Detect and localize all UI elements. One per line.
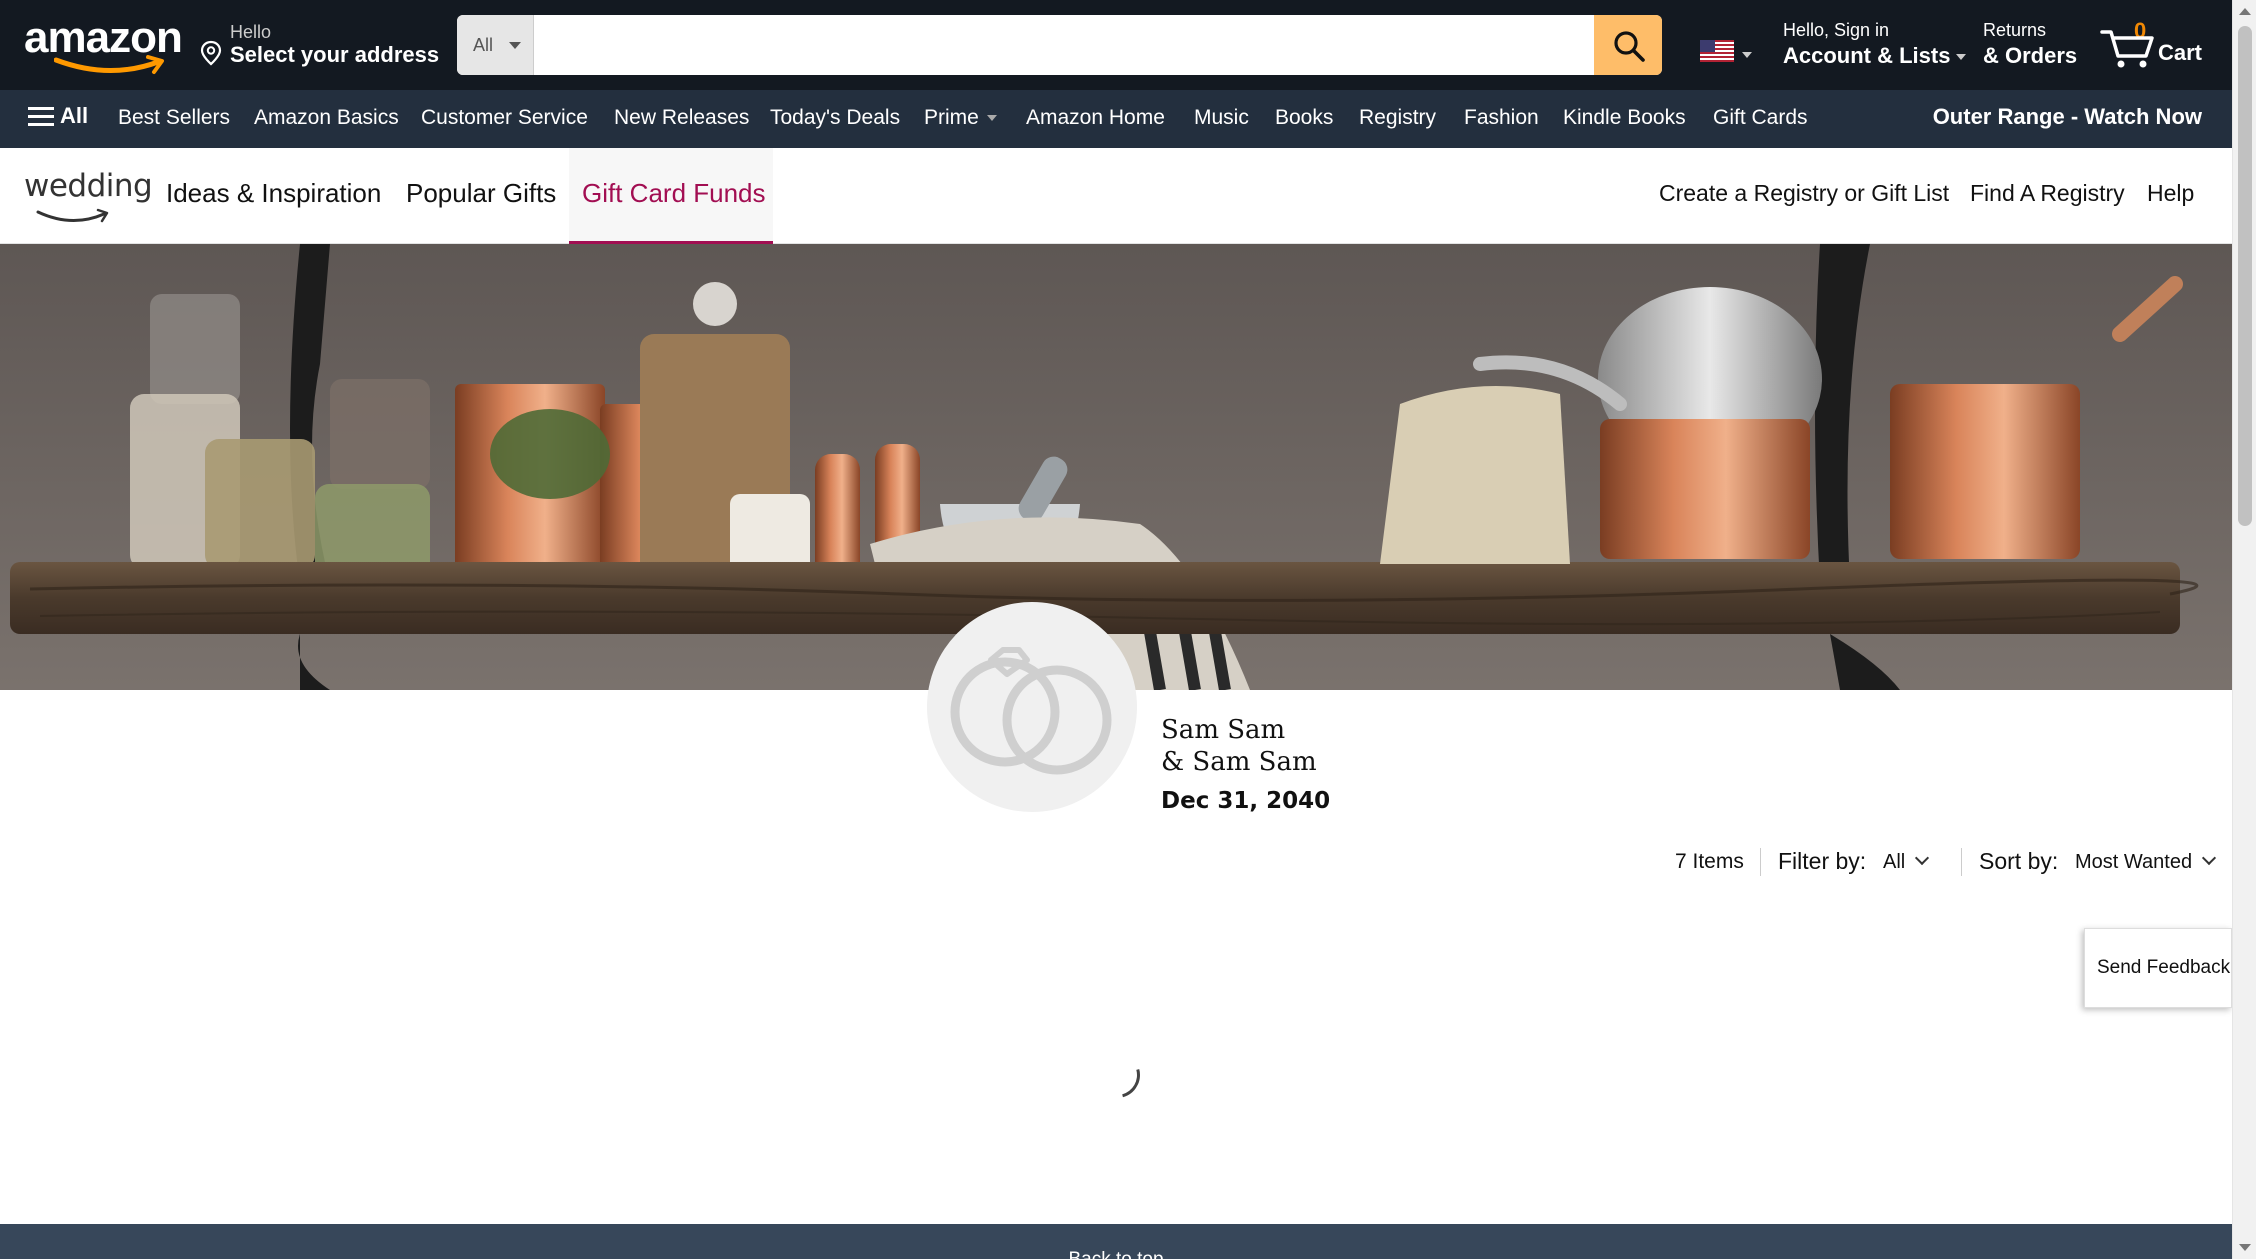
registrant-name-2: & Sam Sam xyxy=(1161,747,1317,777)
registrant-names: Sam Sam & Sam Sam xyxy=(1161,714,1317,778)
help-link[interactable]: Help xyxy=(2147,180,2194,207)
scroll-down-arrow-icon[interactable] xyxy=(2239,1244,2251,1251)
registry-subnav: wedding Ideas & Inspiration Popular Gift… xyxy=(0,148,2232,244)
back-to-top-label: Back to top xyxy=(1068,1249,1163,1259)
account-label: Account & Lists xyxy=(1783,43,1967,69)
chevron-down-icon xyxy=(1915,850,1930,866)
wedding-rings-icon xyxy=(950,647,1112,775)
smile-arrow-icon xyxy=(54,55,164,74)
top-nav: amazon Hello Select your address All Hel… xyxy=(0,0,2232,90)
wedding-logo[interactable]: wedding xyxy=(24,168,153,228)
nav-item-amazon-home[interactable]: Amazon Home xyxy=(1026,106,1165,130)
search-icon xyxy=(1614,31,1645,62)
nav-item-amazon-basics[interactable]: Amazon Basics xyxy=(254,106,399,130)
nav-item-prime-label: Prime xyxy=(924,106,979,129)
cart-button[interactable]: 0 Cart xyxy=(2100,16,2210,72)
caret-down-icon xyxy=(1956,54,1967,61)
search-category-label: All xyxy=(473,35,494,55)
caret-down-icon xyxy=(509,42,521,49)
event-date: Dec 31, 2040 xyxy=(1161,788,1331,814)
scrollbar-thumb[interactable] xyxy=(2238,26,2252,526)
deliver-address-label: Select your address xyxy=(230,42,440,67)
returns-label: Returns xyxy=(1983,20,2047,40)
search-input[interactable] xyxy=(535,15,1585,75)
nav-item-fashion[interactable]: Fashion xyxy=(1464,106,1539,130)
page: amazon Hello Select your address All Hel… xyxy=(0,0,2256,1259)
tab-popular-gifts[interactable]: Popular Gifts xyxy=(406,178,556,209)
loading-spinner-icon xyxy=(1085,1043,1149,1107)
location-pin-icon xyxy=(200,40,222,66)
filter-label: Filter by: xyxy=(1778,848,1867,874)
sort-dropdown[interactable]: Most Wanted xyxy=(2075,850,2217,881)
search-category-dropdown[interactable]: All xyxy=(457,15,534,75)
send-feedback-label: Send Feedback xyxy=(2097,957,2231,978)
nav-item-gift-cards[interactable]: Gift Cards xyxy=(1713,106,1808,130)
hamburger-menu-icon xyxy=(28,107,54,127)
tab-gift-card-funds[interactable]: Gift Card Funds xyxy=(582,178,766,209)
items-count: 7 Items xyxy=(1675,850,1744,873)
nav-item-kindle-books[interactable]: Kindle Books xyxy=(1563,106,1686,130)
amazon-logo[interactable]: amazon xyxy=(24,16,183,74)
nav-item-customer-service[interactable]: Customer Service xyxy=(421,106,588,130)
nav-item-todays-deals[interactable]: Today's Deals xyxy=(770,106,900,130)
nav-item-new-releases[interactable]: New Releases xyxy=(614,106,749,130)
caret-down-icon xyxy=(1742,52,1752,58)
promo-link[interactable]: Outer Range - Watch Now xyxy=(1933,104,2202,130)
nav-item-registry[interactable]: Registry xyxy=(1359,106,1436,130)
language-selector[interactable] xyxy=(1700,40,1752,67)
wedding-logo-text: wedding xyxy=(24,168,153,204)
account-lists-text: Account & Lists xyxy=(1783,43,1951,68)
create-registry-link[interactable]: Create a Registry or Gift List xyxy=(1659,180,1949,207)
find-registry-link[interactable]: Find A Registry xyxy=(1970,180,2125,207)
chevron-down-icon xyxy=(2202,850,2217,866)
send-feedback-button[interactable]: Send Feedback xyxy=(2084,928,2232,1008)
sort-value: Most Wanted xyxy=(2075,851,2193,873)
nav-item-prime[interactable]: Prime xyxy=(924,106,997,130)
search-button[interactable] xyxy=(1594,15,1662,75)
nav-item-best-sellers[interactable]: Best Sellers xyxy=(118,106,230,130)
secondary-nav: All Best Sellers Amazon Basics Customer … xyxy=(0,90,2232,148)
couple-avatar xyxy=(927,602,1137,812)
deliver-greeting: Hello xyxy=(230,22,272,42)
search-bar: All xyxy=(457,15,1662,75)
nav-item-music[interactable]: Music xyxy=(1194,106,1249,130)
caret-down-icon xyxy=(986,115,997,122)
sort-label: Sort by: xyxy=(1979,848,2059,874)
nav-item-books[interactable]: Books xyxy=(1275,106,1333,130)
orders-label: & Orders xyxy=(1983,43,2078,68)
divider xyxy=(1760,848,1761,876)
tab-ideas-inspiration[interactable]: Ideas & Inspiration xyxy=(166,178,381,209)
filter-dropdown[interactable]: All xyxy=(1883,850,1930,881)
cart-icon xyxy=(2100,30,2154,68)
smile-arrow-icon xyxy=(36,208,109,223)
account-and-lists[interactable]: Hello, Sign in Account & Lists xyxy=(1783,20,1967,69)
back-to-top-bar[interactable]: Back to top xyxy=(0,1224,2232,1259)
registrant-name-1: Sam Sam xyxy=(1161,715,1286,745)
divider xyxy=(1961,848,1962,876)
content: amazon Hello Select your address All Hel… xyxy=(0,0,2232,1259)
filter-value: All xyxy=(1883,851,1906,873)
us-flag-icon xyxy=(1700,40,1734,62)
cart-label: Cart xyxy=(2158,40,2203,65)
all-menu-button[interactable]: All xyxy=(28,103,88,129)
vertical-scrollbar[interactable] xyxy=(2232,0,2256,1259)
account-greeting: Hello, Sign in xyxy=(1783,20,1890,40)
all-menu-label: All xyxy=(60,103,89,128)
returns-and-orders[interactable]: Returns & Orders xyxy=(1983,20,2077,69)
scroll-up-arrow-icon[interactable] xyxy=(2239,8,2251,15)
